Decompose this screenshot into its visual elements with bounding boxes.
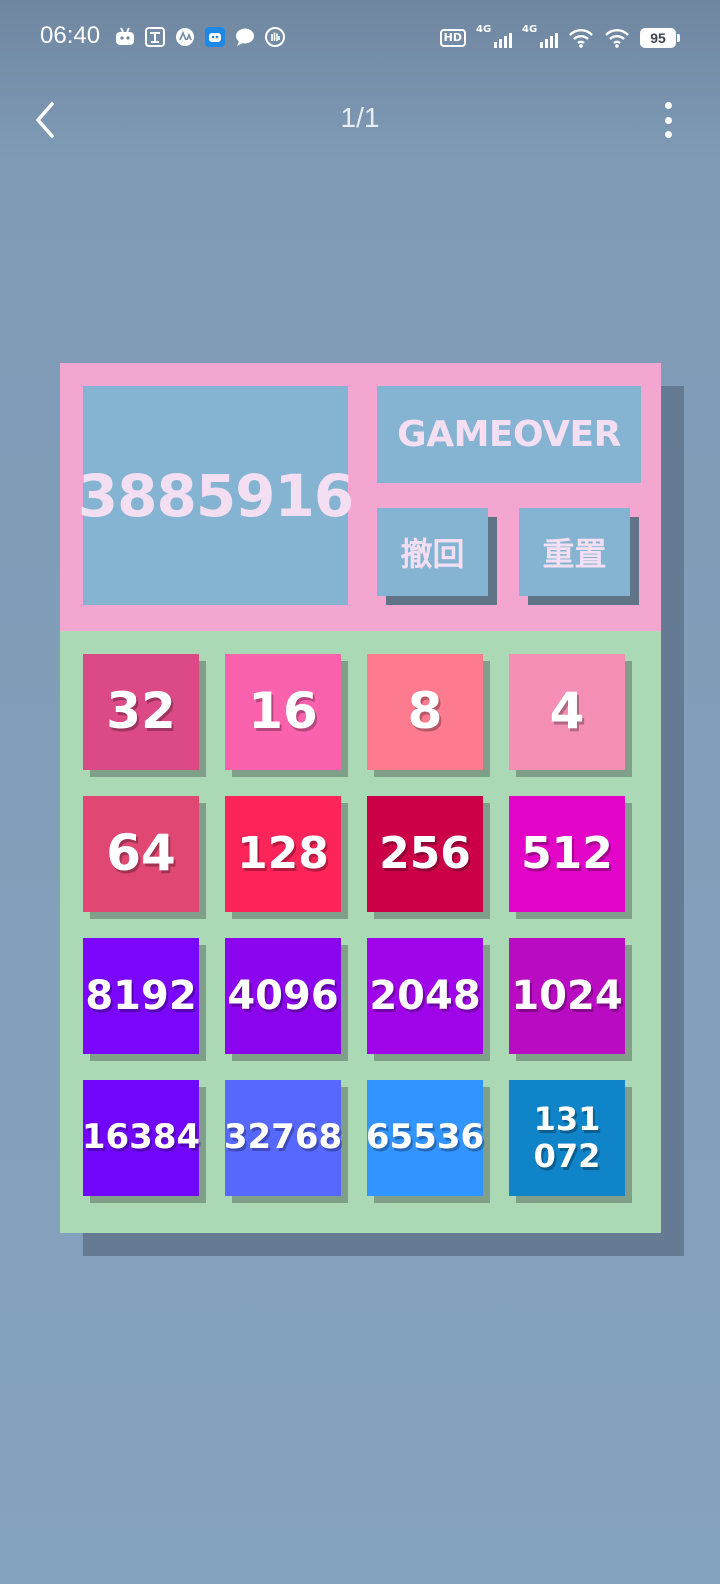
- signal-2-icon: 4G: [522, 24, 558, 48]
- bilibili-icon: [114, 26, 136, 48]
- hd-badge: HD: [439, 29, 466, 47]
- wifi-icon: [568, 27, 594, 49]
- more-vertical-icon[interactable]: [662, 102, 674, 138]
- signal-1-icon: 4G: [476, 24, 512, 48]
- tile-value: 32768: [223, 1117, 343, 1158]
- status-box: GAMEOVER: [377, 386, 641, 483]
- tile-r3-c1: 8192: [83, 938, 199, 1054]
- tile-r1-c2: 16: [225, 654, 341, 770]
- tile-r1-c1: 32: [83, 654, 199, 770]
- tile-value: 512: [521, 827, 613, 879]
- chat-icon: [234, 26, 256, 48]
- tile-r1-c4: 4: [509, 654, 625, 770]
- robot-icon: [204, 26, 226, 48]
- tile-r2-c1: 64: [83, 796, 199, 912]
- tile-value: 8192: [85, 973, 197, 1019]
- tile-r4-c3: 65536: [365, 1080, 485, 1196]
- tile-r3-c4: 1024: [509, 938, 625, 1054]
- tile-r4-c4: 131 072: [509, 1080, 625, 1196]
- status-bar: 06:40 HD 4G 4G 95: [0, 0, 720, 80]
- game-header: 3885916 GAMEOVER 撤回 重置: [60, 363, 661, 631]
- tile-r2-c3: 256: [367, 796, 483, 912]
- tile-value: 131 072: [533, 1100, 601, 1175]
- tile-value: 32: [106, 682, 176, 741]
- page-indicator: 1/1: [340, 102, 380, 133]
- tile-value: 64: [106, 824, 176, 883]
- score-value: 3885916: [77, 461, 354, 530]
- tile-grid[interactable]: 32 16 8 4 64 128 256 512 8192 4096 2048 1024 16384 32…: [60, 631, 661, 1233]
- tile-r3-c3: 2048: [367, 938, 483, 1054]
- status-time: 06:40: [40, 22, 101, 49]
- tile-r1-c3: 8: [367, 654, 483, 770]
- tile-value: 1024: [511, 973, 623, 1019]
- tile-value: 4096: [227, 973, 339, 1019]
- tile-r2-c4: 512: [509, 796, 625, 912]
- tile-value: 16: [248, 682, 318, 741]
- undo-label: 撤回: [400, 535, 465, 573]
- tile-r4-c1: 16384: [81, 1080, 201, 1196]
- ai-icon: [174, 26, 196, 48]
- translate-icon: [144, 26, 166, 48]
- undo-button[interactable]: 撤回: [377, 508, 488, 596]
- reset-label: 重置: [542, 535, 607, 573]
- battery-indicator: 95: [640, 28, 680, 48]
- tile-r4-c2: 32768: [223, 1080, 343, 1196]
- wifi-2-icon: [604, 27, 630, 49]
- score-box: 3885916: [78, 386, 354, 605]
- tile-value: 16384: [81, 1117, 201, 1158]
- tile-value: 4: [549, 682, 585, 741]
- top-nav: 1/1: [0, 90, 720, 150]
- tile-value: 256: [379, 827, 471, 879]
- tile-value: 128: [237, 827, 329, 879]
- tile-r2-c2: 128: [225, 796, 341, 912]
- tile-value: 2048: [369, 973, 481, 1019]
- reset-button[interactable]: 重置: [519, 508, 630, 596]
- hand-icon: [264, 26, 286, 48]
- tile-value: 8: [407, 682, 443, 741]
- tile-value: 65536: [365, 1117, 485, 1158]
- game-status: GAMEOVER: [397, 414, 621, 455]
- game-board-container: 3885916 GAMEOVER 撤回 重置 32 16 8 4 64 128 256 512…: [60, 363, 661, 1233]
- tile-r3-c2: 4096: [225, 938, 341, 1054]
